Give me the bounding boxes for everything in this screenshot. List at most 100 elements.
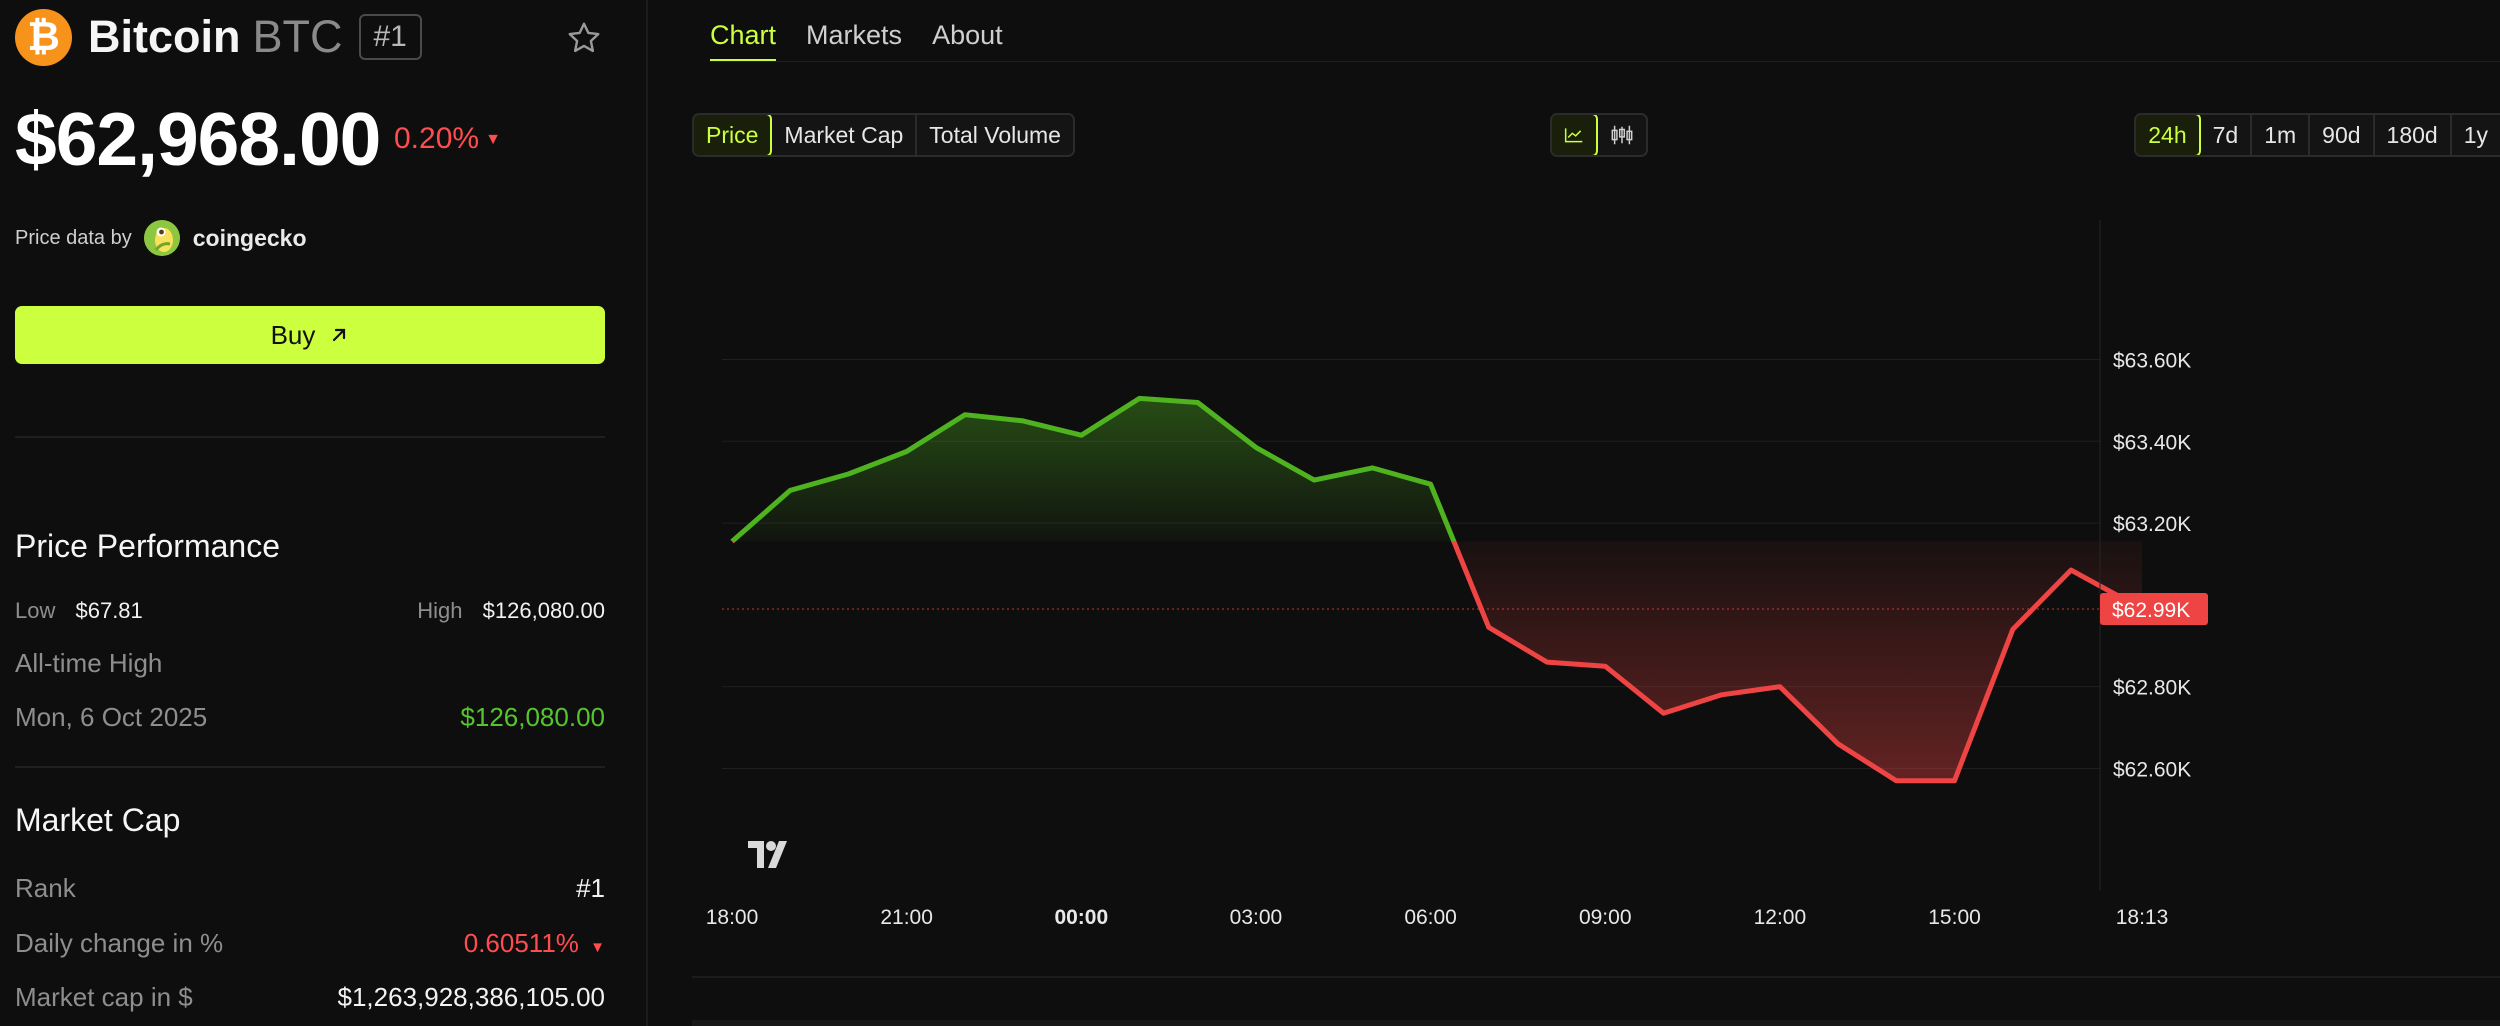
coingecko-logo-icon[interactable]: [143, 220, 180, 256]
chart-divider: [692, 976, 2500, 978]
current-price-badge-label: $62.99K: [2112, 599, 2190, 622]
coin-symbol: BTC: [252, 11, 343, 62]
down-arrow-icon: ▼: [485, 131, 501, 149]
data-point: [1952, 778, 1958, 784]
buy-button[interactable]: Buy: [15, 306, 605, 364]
rank-value: #1: [576, 873, 605, 903]
buy-button-label: Buy: [270, 319, 316, 350]
data-point: [2068, 567, 2074, 573]
daily-change-value: 0.60511%: [463, 928, 579, 958]
line-chart-icon[interactable]: [1552, 115, 1598, 155]
range-7d[interactable]: 7d: [2201, 115, 2253, 155]
high-label: High: [417, 598, 463, 623]
x-tick-label: 12:00: [1754, 906, 1807, 929]
x-tick-label: 03:00: [1230, 906, 1283, 929]
favorite-star-icon[interactable]: [566, 20, 602, 56]
x-tick-label: 21:00: [880, 906, 933, 929]
rank-row: Rank #1: [15, 873, 605, 904]
range-1m[interactable]: 1m: [2252, 115, 2311, 155]
data-point: [1835, 741, 1841, 747]
bitcoin-logo-icon: ₿: [15, 8, 72, 66]
coin-name: Bitcoin: [88, 11, 241, 62]
data-point: [1777, 684, 1783, 690]
coin-rank-badge: #1: [358, 14, 422, 60]
tab-markets[interactable]: Markets: [806, 0, 902, 62]
range-90d[interactable]: 90d: [2310, 115, 2375, 155]
chart-type-selector: [1550, 113, 1648, 157]
data-point: [1602, 663, 1608, 669]
x-tick-label: 15:00: [1928, 906, 1981, 929]
data-point: [1486, 624, 1492, 630]
tab-chart[interactable]: Chart: [710, 0, 777, 62]
data-point: [1137, 395, 1143, 401]
y-tick-label: $63.60K: [2113, 350, 2191, 373]
low-label: Low: [15, 598, 56, 623]
metric-market-cap[interactable]: Market Cap: [772, 115, 918, 155]
ath-label: All-time High: [15, 648, 163, 678]
metric-selector: Price Market Cap Total Volume: [692, 113, 1075, 157]
x-tick-label: 06:00: [1404, 906, 1457, 929]
x-tick-label: 09:00: [1579, 906, 1632, 929]
candlestick-icon[interactable]: [1598, 115, 1646, 155]
data-point: [729, 538, 735, 544]
external-arrow-icon: [333, 328, 346, 342]
ath-date: Mon, 6 Oct 2025: [15, 702, 208, 732]
price-change-percent: 0.20% ▼: [394, 122, 501, 156]
current-price-badge: $62.99K: [2100, 592, 2208, 625]
tab-about[interactable]: About: [932, 0, 1003, 62]
x-tick-label: 18:00: [706, 906, 759, 929]
data-point: [787, 487, 793, 493]
daily-change-label: Daily change in %: [15, 928, 224, 958]
y-tick-label: $62.80K: [2113, 677, 2191, 700]
data-point: [1428, 481, 1434, 487]
down-arrow-icon: ▼: [590, 939, 605, 956]
data-point: [2010, 626, 2016, 632]
high-group: High $126,080.00: [417, 598, 605, 624]
data-point: [962, 412, 968, 418]
metric-price[interactable]: Price: [693, 115, 773, 155]
low-value: $67.81: [75, 598, 143, 623]
x-tick-label: 00:00: [1054, 906, 1108, 929]
ath-value: $126,080.00: [460, 702, 605, 732]
range-1y[interactable]: 1y: [2452, 115, 2500, 155]
rank-label: Rank: [15, 873, 76, 903]
market-cap-title: Market Cap: [15, 802, 181, 838]
low-high-row: Low $67.81 High $126,080.00: [15, 598, 605, 624]
divider: [15, 766, 605, 768]
data-point: [1020, 418, 1026, 424]
provider-name[interactable]: coingecko: [193, 225, 307, 252]
data-point: [1369, 465, 1375, 471]
daily-change-row: Daily change in % 0.60511% ▼: [15, 928, 605, 959]
range-24h[interactable]: 24h: [2136, 115, 2201, 155]
data-point: [1311, 477, 1317, 483]
y-tick-label: $62.60K: [2113, 758, 2191, 781]
data-point: [1253, 444, 1259, 450]
coin-header: ₿ Bitcoin BTC #1: [15, 8, 615, 66]
y-tick-label: $63.20K: [2113, 513, 2191, 536]
price-chart[interactable]: $63.60K $63.40K $63.20K $62.80K $62.60K 18:00…: [692, 190, 2500, 980]
data-point: [1195, 399, 1201, 405]
time-range-selector: 24h 7d 1m 90d 180d 1y: [2134, 113, 2500, 157]
daily-change-group: 0.60511% ▼: [464, 928, 605, 959]
data-point: [1719, 692, 1725, 698]
x-tick-label: 18:13: [2116, 906, 2169, 929]
range-180d[interactable]: 180d: [2375, 115, 2452, 155]
tradingview-logo-icon[interactable]: [748, 841, 787, 868]
market-cap-label: Market cap in $: [15, 982, 193, 1012]
chart-area-fill: [732, 398, 2142, 781]
market-cap-value: $1,263,928,386,105.00: [337, 982, 605, 1012]
current-price: $62,968.00: [15, 97, 381, 181]
data-point: [904, 449, 910, 455]
ath-label-row: All-time High: [15, 648, 605, 679]
low-group: Low $67.81: [15, 598, 143, 624]
price-provider: Price data by coingecko: [15, 220, 307, 256]
tabs-divider: [710, 61, 2500, 62]
price-performance-title: Price Performance: [15, 528, 280, 564]
chart-panel: Chart Markets About Price Market Cap Tot…: [650, 0, 2500, 1026]
data-point: [845, 471, 851, 477]
data-point: [1078, 432, 1084, 438]
metric-total-volume[interactable]: Total Volume: [917, 115, 1073, 155]
divider: [15, 436, 605, 438]
provider-label: Price data by: [15, 226, 132, 249]
data-point: [1893, 778, 1899, 784]
